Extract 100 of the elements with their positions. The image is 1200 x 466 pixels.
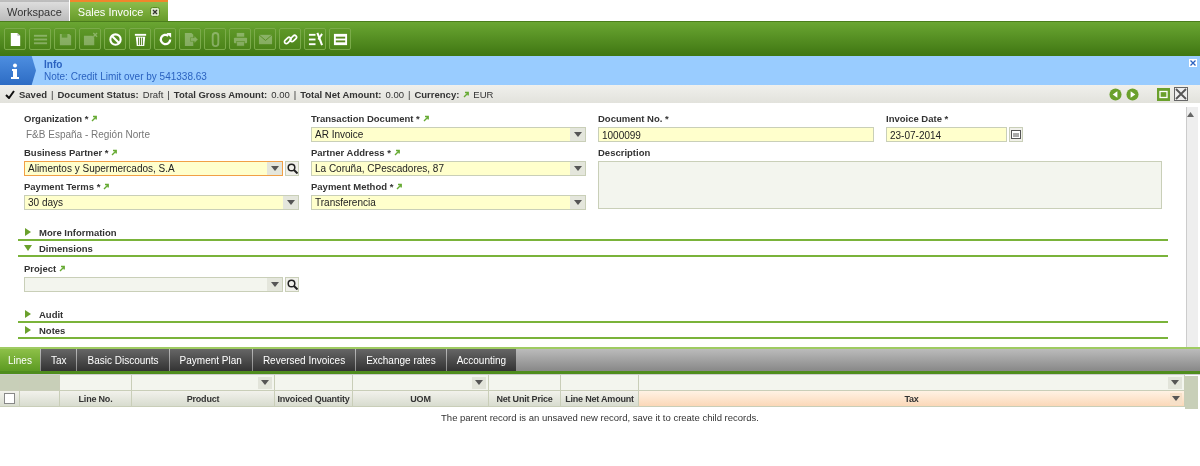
tab[interactable]: Exchange rates (356, 349, 446, 371)
next-icon[interactable] (1126, 87, 1139, 101)
header-cell (20, 375, 60, 391)
dropdown-button[interactable] (570, 196, 585, 209)
column-header[interactable]: Line Net Amount (561, 391, 639, 407)
dropdown-field[interactable] (24, 277, 283, 292)
filter-field[interactable] (275, 375, 353, 391)
tab[interactable]: Basic Discounts (77, 349, 169, 371)
empty-message: The parent record is an unsaved new record, save it to create child records. (440, 411, 760, 423)
date-field[interactable]: 23-07-2014 (886, 127, 1007, 142)
status-value: Draft (142, 88, 164, 100)
dropdown-button[interactable] (472, 376, 486, 389)
refresh-icon (157, 31, 173, 47)
form-icon (332, 31, 348, 47)
undo-button[interactable] (104, 28, 126, 50)
search-button[interactable] (285, 277, 299, 292)
tab[interactable]: Payment Plan (169, 349, 252, 371)
section-header[interactable]: Notes (18, 323, 1168, 339)
separator: | (51, 88, 54, 100)
tab[interactable]: Workspace (0, 0, 69, 21)
status-label: Total Gross Amount: (173, 88, 268, 100)
field-label: Payment Method * (311, 181, 394, 192)
calendar-icon (1011, 130, 1021, 139)
caret-icon (475, 380, 483, 385)
search-button[interactable] (285, 161, 299, 176)
separator: | (167, 88, 170, 100)
info-icon (11, 62, 19, 79)
caret-icon (573, 132, 582, 137)
field-label: Partner Address * (311, 147, 391, 158)
calendar-button[interactable] (1009, 127, 1023, 142)
status-value: 0.00 (385, 88, 404, 100)
column-header[interactable]: Line No. (60, 391, 132, 407)
dropdown-button[interactable] (283, 196, 298, 209)
trash-icon (132, 31, 148, 47)
status-label: Currency: (414, 88, 460, 100)
status-label: Total Net Amount: (300, 88, 382, 100)
filter-field[interactable] (60, 375, 132, 391)
refresh-button[interactable] (154, 28, 176, 50)
field-label: Organization * (24, 113, 89, 124)
printer-icon (232, 31, 248, 47)
status-value: 0.00 (271, 88, 290, 100)
checkbox[interactable] (4, 393, 15, 404)
column-header[interactable]: Product (132, 391, 275, 407)
caret-up-icon (1187, 112, 1194, 117)
caret-icon (270, 166, 279, 171)
field-label: Invoice Date * (886, 113, 949, 124)
caret-icon (286, 200, 295, 205)
export-icon (182, 31, 198, 47)
dropdown-field[interactable]: 30 days (24, 195, 299, 210)
search-icon (286, 279, 298, 290)
floppy-disk-icon (82, 31, 98, 47)
dropdown-button[interactable] (267, 162, 282, 175)
dropdown-field[interactable]: La Coruña, CPescadores, 87 (311, 161, 586, 176)
link-button[interactable] (279, 28, 301, 50)
form-view-button[interactable] (329, 28, 351, 50)
field-value: F&B España - Región Norte (25, 128, 151, 142)
section-header[interactable]: Audit (18, 307, 1168, 323)
wrench-icon (307, 31, 323, 47)
delete-button[interactable] (129, 28, 151, 50)
checkmark-icon (5, 89, 15, 99)
dropdown-button[interactable] (570, 162, 585, 175)
dropdown-button[interactable] (570, 128, 585, 141)
caret-icon (573, 166, 582, 171)
tab[interactable]: Reversed Invoices (252, 349, 356, 371)
field-label: Description (598, 147, 651, 158)
tools-button[interactable] (304, 28, 326, 50)
dropdown-button[interactable] (258, 376, 272, 389)
filter-field[interactable] (561, 375, 639, 391)
column-header[interactable]: Invoiced Quantity (275, 391, 353, 407)
tab[interactable]: Tax (40, 349, 77, 371)
saved-label: Saved (19, 88, 47, 100)
dropdown-field[interactable]: AR Invoice (311, 127, 586, 142)
tab-label: Workspace (7, 5, 62, 18)
dropdown-field[interactable]: Alimentos y Supermercados, S.A (24, 161, 283, 176)
envelope-icon (257, 31, 273, 47)
tab[interactable]: Accounting (446, 349, 517, 371)
dropdown-field[interactable]: Transferencia (311, 195, 586, 210)
close-icon[interactable] (1189, 59, 1197, 67)
message-text: Note: Credit Limit over by 541338.63 (44, 71, 207, 83)
maximize-icon[interactable] (1157, 87, 1170, 101)
tab-label: Sales Invoice (77, 5, 144, 18)
separator: | (408, 88, 411, 100)
input-field[interactable]: 1000099 (598, 127, 874, 142)
new-document-button[interactable] (4, 28, 26, 50)
column-header[interactable]: Tax (639, 391, 1185, 407)
caret-icon (1172, 396, 1180, 401)
dropdown-button[interactable] (267, 278, 282, 291)
scrollbar[interactable] (1185, 376, 1198, 409)
close-icon[interactable] (150, 6, 161, 17)
section-header[interactable]: Dimensions (18, 241, 1168, 257)
scrollbar[interactable] (1186, 107, 1198, 347)
previous-icon[interactable] (1109, 87, 1122, 101)
filter-field[interactable] (489, 375, 561, 391)
caret-icon (1171, 380, 1179, 385)
column-header[interactable]: Net Unit Price (489, 391, 561, 407)
close-icon[interactable] (1174, 87, 1188, 101)
column-header[interactable]: UOM (353, 391, 489, 407)
prohibited-icon (107, 31, 123, 47)
dropdown-button[interactable] (1168, 376, 1182, 389)
section-header[interactable]: More Information (18, 225, 1168, 241)
